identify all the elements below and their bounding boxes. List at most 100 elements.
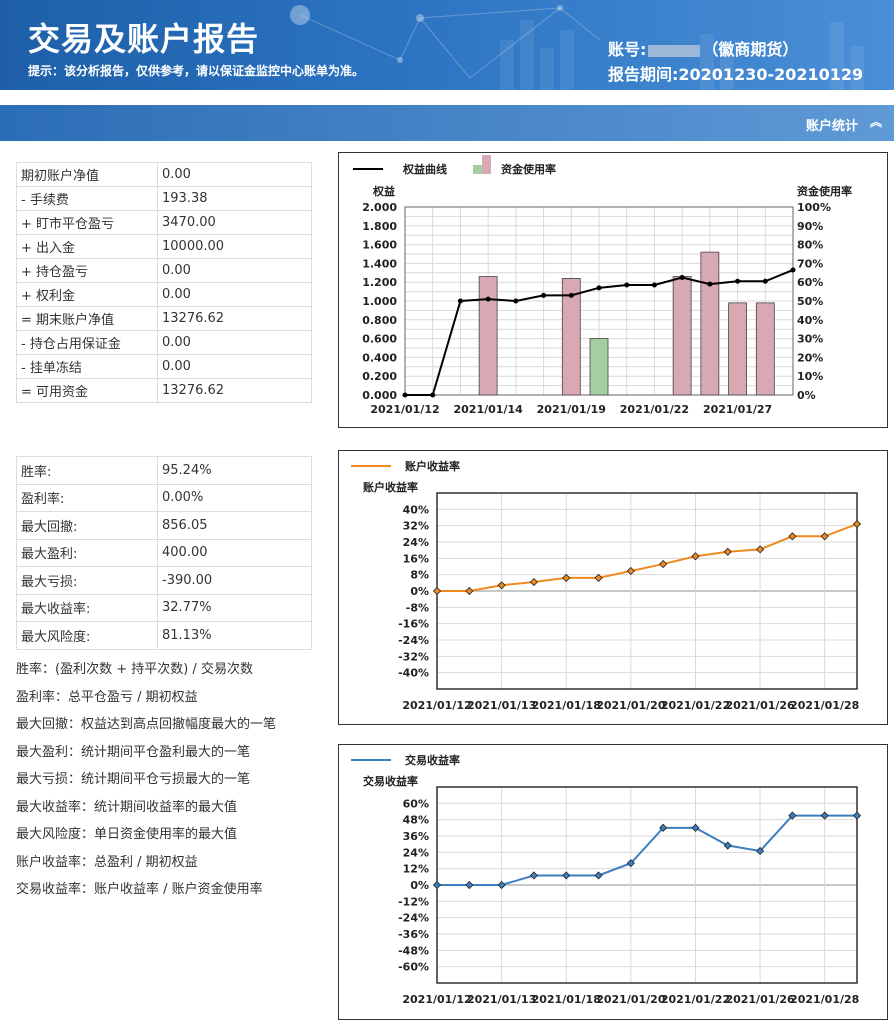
- report-period: 报告期间:20201230-20210129: [608, 65, 864, 84]
- account-summary-table: 期初账户净值 0.00- 手续费 193.38 + 盯市平仓盈亏 3470.00 + 出入…: [16, 162, 312, 403]
- note-item: 胜率：(盈利次数 + 持平次数) / 交易次数: [16, 662, 253, 677]
- x-tick-label: 2021/01/22: [661, 699, 730, 712]
- y2-axis-label: 资金使用率: [797, 184, 852, 198]
- row-value: 0.00: [157, 330, 312, 355]
- equity-point: [762, 278, 768, 284]
- table-row: - 手续费 193.38: [16, 186, 312, 211]
- row-label: 最大风险度:: [16, 621, 158, 650]
- y-tick-label: 0.200: [362, 370, 397, 383]
- account-return-chart-panel: 账户收益率 账户收益率 40% 32% 24% 16% 8% 0% -8% -16% -24% -32…: [338, 450, 888, 725]
- equity-point: [651, 282, 657, 288]
- row-label: - 挂单冻结: [16, 354, 158, 379]
- y-tick-label: 1.200: [362, 276, 397, 289]
- y2-tick-label: 90%: [797, 220, 823, 233]
- y-axis-label: 交易收益率: [363, 774, 418, 788]
- y2-tick-label: 30%: [797, 333, 823, 346]
- y2-tick-label: 40%: [797, 314, 823, 327]
- y-tick-label: -40%: [398, 667, 429, 680]
- row-label: - 手续费: [16, 186, 158, 211]
- row-label: + 权利金: [16, 282, 158, 307]
- note-item: 最大亏损：统计期间平仓亏损最大的一笔: [16, 772, 251, 787]
- table-row: 期初账户净值 0.00: [16, 162, 312, 187]
- x-tick-label: 2021/01/22: [661, 993, 730, 1006]
- equity-point: [679, 275, 685, 280]
- row-value: 856.05: [157, 511, 312, 540]
- y-tick-label: -16%: [398, 618, 429, 631]
- trade-return-chart-panel: 交易收益率 交易收益率 60% 48% 36% 24% 12% 0% -12% -24% -36% -…: [338, 744, 888, 1020]
- row-label: 期初账户净值: [16, 162, 158, 187]
- row-value: 0.00: [157, 258, 312, 283]
- row-value: 0.00: [157, 354, 312, 379]
- row-value: -390.00: [157, 566, 312, 595]
- x-tick-label: 2021/01/22: [620, 403, 689, 416]
- row-label: = 可用资金: [16, 378, 158, 403]
- row-label: 最大亏损:: [16, 566, 158, 595]
- legend-swatch-green: [473, 165, 482, 174]
- row-value: 193.38: [157, 186, 312, 211]
- table-row: 最大盈利: 400.00: [16, 538, 312, 567]
- note-item: 交易收益率：账户收益率 / 账户资金使用率: [16, 882, 263, 897]
- legend-swatch-pink: [482, 155, 491, 174]
- equity-point: [624, 282, 630, 288]
- legend-trade-return: 交易收益率: [405, 753, 460, 767]
- equity-point: [402, 392, 408, 398]
- equity-chart-panel: 权益曲线 资金使用率 权益 资金使用率 0.000 0.200 0.400 0.600 0.80…: [338, 152, 888, 428]
- usage-bar: [478, 276, 498, 396]
- usage-bar: [755, 302, 775, 396]
- y-tick-label: -32%: [398, 650, 429, 663]
- row-value: 0.00%: [157, 483, 312, 512]
- usage-bar: [700, 251, 720, 396]
- x-tick-label: 2021/01/18: [532, 993, 601, 1006]
- y-tick-label: 1.800: [362, 220, 397, 233]
- row-value: 10000.00: [157, 234, 312, 259]
- y-tick-label: 0.600: [362, 333, 397, 346]
- x-tick-label: 2021/01/19: [537, 403, 606, 416]
- y-tick-label: 36%: [403, 830, 429, 843]
- row-value: 0.00: [157, 162, 312, 187]
- row-value: 400.00: [157, 538, 312, 567]
- row-label: 最大回撤:: [16, 511, 158, 540]
- row-value: 0.00: [157, 282, 312, 307]
- table-row: + 盯市平仓盈亏 3470.00: [16, 210, 312, 235]
- y-tick-label: 32%: [403, 520, 429, 533]
- row-label: + 盯市平仓盈亏: [16, 210, 158, 235]
- table-row: = 可用资金 13276.62: [16, 378, 312, 403]
- row-value: 13276.62: [157, 378, 312, 403]
- y2-tick-label: 0%: [797, 389, 816, 402]
- section-bar-account-stats[interactable]: 账户统计 ︽: [0, 105, 894, 141]
- table-row: + 持仓盈亏 0.00: [16, 258, 312, 283]
- note-item: 账户收益率：总盈利 / 期初权益: [16, 854, 198, 870]
- equity-point: [596, 285, 602, 291]
- legend-account-return: 账户收益率: [405, 459, 460, 473]
- table-row: 盈利率: 0.00%: [16, 483, 312, 512]
- report-title: 交易及账户报告: [28, 20, 260, 58]
- legend-equity: 权益曲线: [402, 162, 447, 176]
- x-tick-label: 2021/01/28: [790, 699, 859, 712]
- account-return-chart: 账户收益率账户收益率40%32%24%16%8%0%-8%-16%-24%-32…: [351, 459, 862, 712]
- y-tick-label: 0.000: [362, 389, 397, 402]
- note-item: 最大收益率：统计期间收益率的最大值: [16, 799, 238, 815]
- y-tick-label: -48%: [398, 944, 429, 957]
- table-row: - 持仓占用保证金 0.00: [16, 330, 312, 355]
- row-label: 胜率:: [16, 456, 158, 485]
- y-tick-label: 60%: [403, 797, 429, 810]
- table-row: = 期末账户净值 13276.62: [16, 306, 312, 331]
- row-label: 最大盈利:: [16, 538, 158, 567]
- y2-tick-label: 60%: [797, 276, 823, 289]
- y-tick-label: -24%: [398, 912, 429, 925]
- section-title: 账户统计: [805, 119, 858, 134]
- x-tick-label: 2021/01/26: [725, 993, 795, 1006]
- equity-point: [568, 292, 574, 298]
- table-row: 最大回撤: 856.05: [16, 511, 312, 540]
- y-tick-label: 24%: [403, 846, 429, 859]
- row-value: 13276.62: [157, 306, 312, 331]
- collapse-icon[interactable]: ︽: [870, 113, 882, 130]
- note-item: 盈利率：总平仓盈亏 / 期初权益: [16, 689, 198, 705]
- y-tick-label: 40%: [403, 503, 429, 516]
- note-item: 最大风险度：单日资金使用率的最大值: [16, 827, 238, 842]
- definition-notes: 胜率：(盈利次数 + 持平次数) / 交易次数 盈利率：总平仓盈亏 / 期初权益最…: [16, 662, 276, 910]
- y-tick-label: 0%: [410, 585, 429, 598]
- row-label: + 持仓盈亏: [16, 258, 158, 283]
- y-tick-label: -60%: [398, 961, 429, 974]
- equity-point: [735, 278, 741, 284]
